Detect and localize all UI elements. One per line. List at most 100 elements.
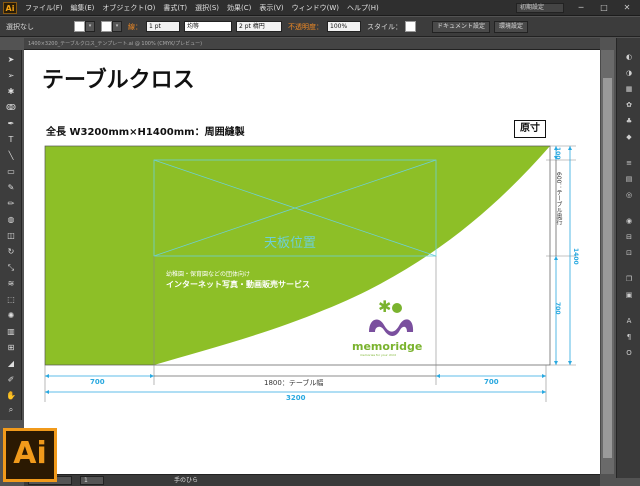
graphic-styles-icon[interactable]: ◆ — [623, 132, 635, 142]
layers-icon[interactable]: ❐ — [623, 274, 635, 284]
symbol-sprayer-icon[interactable]: ✺ — [5, 310, 17, 322]
transparency-icon[interactable]: ◎ — [623, 190, 635, 200]
dim-center-label: 1800：テーブル幅 — [264, 379, 324, 387]
preferences-button[interactable]: 環境設定 — [494, 20, 529, 33]
lasso-icon[interactable]: ↂ — [5, 102, 17, 114]
scrollbar-thumb[interactable] — [603, 78, 612, 458]
magic-wand-icon[interactable]: ✱ — [5, 86, 17, 98]
page-title: テーブルクロス — [42, 67, 195, 93]
menu-help[interactable]: ヘルプ(H) — [347, 3, 379, 13]
direct-selection-icon[interactable]: ➢ — [5, 70, 17, 82]
dim-left-label: 700 — [90, 378, 105, 386]
eraser-icon[interactable]: ◫ — [5, 230, 17, 242]
color-panel-icon[interactable]: ◐ — [623, 52, 635, 62]
brushes-icon[interactable]: ✿ — [623, 100, 635, 110]
dim-v-depth-label: 600：テーブル奥行 — [555, 172, 562, 226]
menu-window[interactable]: ウィンドウ(W) — [292, 3, 339, 13]
eyedropper-icon[interactable]: ✐ — [5, 374, 17, 386]
scale-icon[interactable]: ⤡ — [5, 262, 17, 274]
maximize-button[interactable]: □ — [595, 3, 613, 13]
close-button[interactable]: ✕ — [618, 3, 636, 13]
stroke-panel-icon[interactable]: ≡ — [623, 158, 635, 168]
color-guide-icon[interactable]: ◑ — [623, 68, 635, 78]
status-bar: 100% 1 手のひら — [24, 474, 600, 486]
fill-swatch[interactable] — [74, 21, 85, 32]
dim-v-700-label: 700 — [554, 302, 561, 315]
logo-asterisk: ✱ — [378, 297, 391, 316]
warp-icon[interactable]: ≋ — [5, 278, 17, 290]
logo-dot — [392, 303, 402, 313]
menu-view[interactable]: 表示(V) — [259, 3, 283, 13]
tablecloth-green-area — [45, 146, 550, 365]
rotate-icon[interactable]: ↻ — [5, 246, 17, 258]
brush-select[interactable]: 2 pt 楕円 — [236, 21, 282, 32]
document-settings-button[interactable]: ドキュメント設定 — [432, 20, 491, 33]
minimize-button[interactable]: ─ — [572, 3, 590, 13]
zoom-icon[interactable]: ⌕ — [5, 404, 17, 416]
opacity-field[interactable]: 100% — [327, 21, 361, 32]
swatches-icon[interactable]: ▦ — [623, 84, 635, 94]
menu-effect[interactable]: 効果(C) — [227, 3, 251, 13]
size-subtitle: 全長 W3200mm×H1400mm：周囲縫製 — [46, 127, 245, 138]
stroke-label[interactable]: 線： — [128, 22, 142, 32]
appearance-icon[interactable]: ◉ — [623, 216, 635, 226]
graph-icon[interactable]: ▥ — [5, 326, 17, 338]
dim-v-100-label: 100 — [554, 147, 561, 160]
menu-select[interactable]: 選択(S) — [195, 3, 219, 13]
brand-tagline: memories for your child — [360, 353, 396, 357]
menu-object[interactable]: オブジェクト(O) — [102, 3, 155, 13]
style-swatch[interactable] — [405, 21, 416, 32]
type-icon[interactable]: T — [5, 134, 17, 146]
selection-icon[interactable]: ➤ — [5, 54, 17, 66]
stroke-width-field[interactable]: 1 pt — [146, 21, 180, 32]
artboard-number-field[interactable]: 1 — [80, 476, 104, 485]
tagline-small: 幼稚園・保育園などの団体向け — [166, 271, 251, 278]
table-top-label: 天板位置 — [264, 236, 317, 251]
original-size-badge: 原寸 — [514, 120, 546, 138]
opentype-icon[interactable]: O — [623, 348, 635, 358]
align-icon[interactable]: ⊟ — [623, 232, 635, 242]
blob-brush-icon[interactable]: ◍ — [5, 214, 17, 226]
free-transform-icon[interactable]: ⬚ — [5, 294, 17, 306]
brand-name: memoridge — [352, 340, 423, 353]
character-icon[interactable]: A — [623, 316, 635, 326]
paragraph-icon[interactable]: ¶ — [623, 332, 635, 342]
line-style-select[interactable]: 均等 — [184, 21, 232, 32]
artboard: ✱ — [44, 145, 576, 402]
stroke-dropdown[interactable]: ▾ — [112, 21, 122, 32]
menu-bar: Ai ファイル(F) 編集(E) オブジェクト(O) 書式(T) 選択(S) 効… — [0, 0, 640, 16]
fill-dropdown[interactable]: ▾ — [85, 21, 95, 32]
paintbrush-icon[interactable]: ✎ — [5, 182, 17, 194]
gradient-icon[interactable]: ▤ — [623, 174, 635, 184]
menu-file[interactable]: ファイル(F) — [25, 3, 63, 13]
menu-type[interactable]: 書式(T) — [163, 3, 187, 13]
workspace-switcher[interactable]: 初期設定 — [516, 3, 564, 13]
hand-icon[interactable]: ✋ — [5, 390, 17, 402]
canvas[interactable]: ✱ テーブルクロス 全長 W3200mm×H1400mm：周囲縫製 原寸 天板位… — [24, 50, 600, 474]
line-icon[interactable]: ╲ — [5, 150, 17, 162]
current-tool-status: 手のひら — [174, 477, 199, 484]
dim-right-label: 700 — [484, 378, 499, 386]
tools-panel: ➤ ➢ ✱ ↂ ✒ T ╲ ▭ ✎ ✏ ◍ ◫ ↻ ⤡ ≋ ⬚ ✺ ▥ ⊞ ◢ … — [0, 50, 22, 420]
rectangle-icon[interactable]: ▭ — [5, 166, 17, 178]
logo-figure — [369, 319, 414, 336]
app-icon[interactable]: Ai — [3, 1, 17, 14]
document-tab[interactable]: 1400×3200_テーブルクロス_テンプレート.ai @ 100% (CMYK… — [24, 38, 600, 50]
dim-v-total-label: 1400 — [572, 248, 579, 265]
pen-icon[interactable]: ✒ — [5, 118, 17, 130]
style-label: スタイル： — [367, 22, 402, 31]
memoridge-logo: ✱ — [369, 297, 414, 336]
pencil-icon[interactable]: ✏ — [5, 198, 17, 210]
artboard-icon[interactable]: ⊞ — [5, 342, 17, 354]
slice-icon[interactable]: ◢ — [5, 358, 17, 370]
selection-status: 選択なし — [6, 22, 34, 31]
dim-total-label: 3200 — [286, 394, 306, 402]
opacity-label[interactable]: 不透明度： — [288, 22, 323, 32]
menu-edit[interactable]: 編集(E) — [71, 3, 95, 13]
stroke-swatch[interactable] — [101, 21, 112, 32]
transform-icon[interactable]: ⊡ — [623, 248, 635, 258]
vertical-scrollbar[interactable] — [600, 50, 614, 474]
artboards-icon[interactable]: ▣ — [623, 290, 635, 300]
symbols-icon[interactable]: ♣ — [623, 116, 635, 126]
panel-dock: ◐ ◑ ▦ ✿ ♣ ◆ ≡ ▤ ◎ ◉ ⊟ ⊡ ❐ ▣ A ¶ O — [616, 38, 640, 478]
